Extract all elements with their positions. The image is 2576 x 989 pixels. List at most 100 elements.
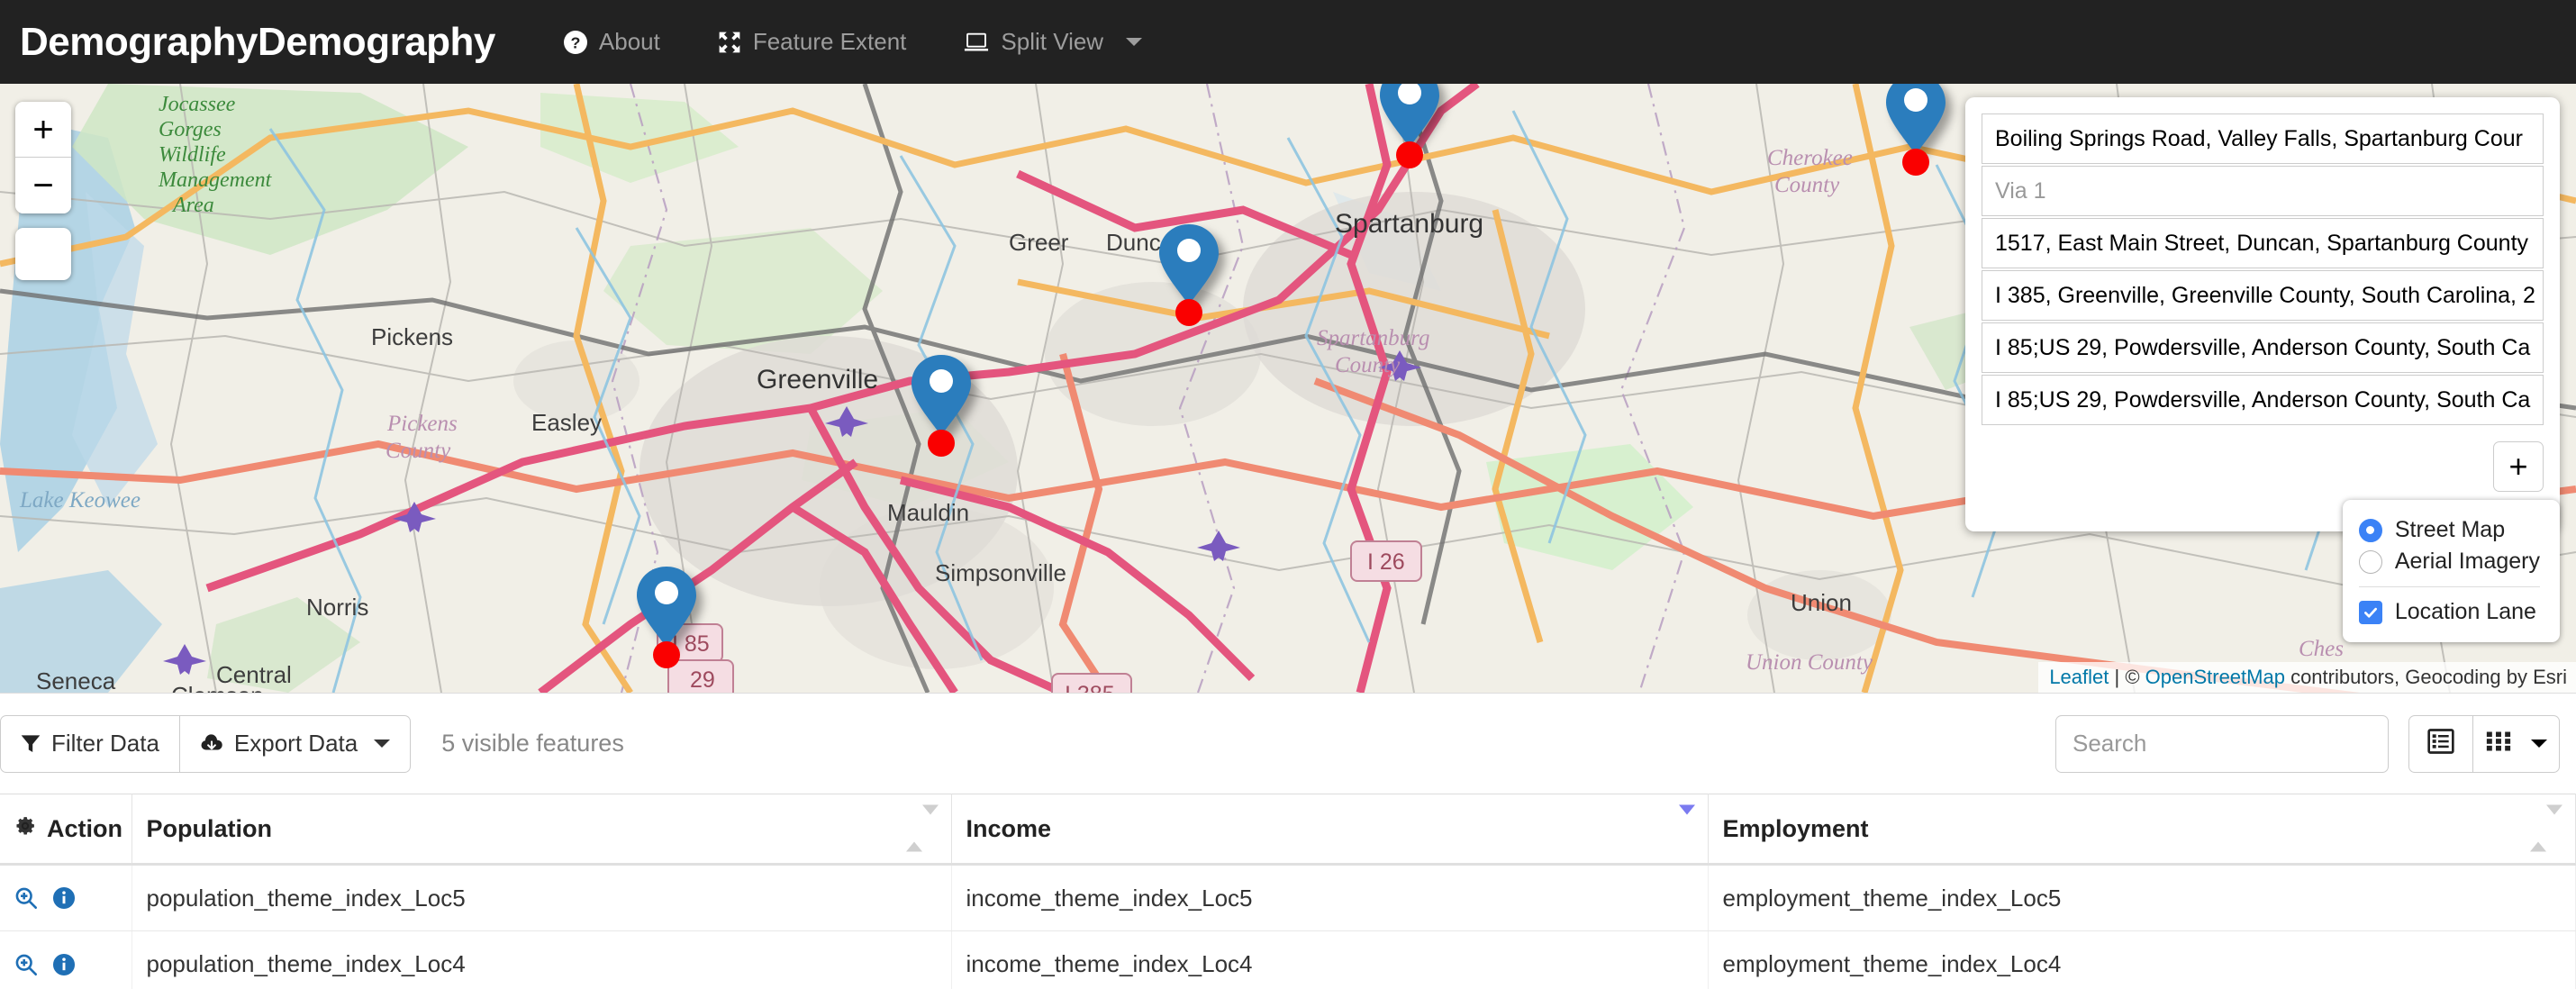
grid-view-button[interactable] <box>2473 714 2560 773</box>
sort-indicator-employment[interactable] <box>2530 804 2562 852</box>
attribution-rest: contributors, Geocoding by Esri <box>2284 666 2567 688</box>
svg-text:County: County <box>1335 353 1401 377</box>
address-row-3[interactable]: I 385, Greenville, Greenville County, So… <box>1982 270 2544 321</box>
column-header-action-label: Action <box>47 814 122 842</box>
svg-text:Union County: Union County <box>1746 650 1873 675</box>
top-navbar: DemographyDemography ? About Feature Ext… <box>0 0 2576 84</box>
column-header-action[interactable]: Action <box>0 794 132 866</box>
chevron-down-icon <box>1126 38 1143 46</box>
map-extra-control[interactable] <box>15 228 71 280</box>
basemap-option-street-map[interactable]: Street Map <box>2358 514 2540 546</box>
checkbox-checked-icon <box>2358 600 2382 624</box>
nav-item-split-view-label: Split View <box>1001 28 1104 55</box>
nav-item-feature-extent-label: Feature Extent <box>752 28 907 55</box>
column-header-population-label: Population <box>146 814 272 842</box>
address-row-2[interactable]: 1517, East Main Street, Duncan, Spartanb… <box>1982 218 2544 268</box>
column-header-employment[interactable]: Employment <box>1708 794 2576 866</box>
list-alt-icon <box>2427 728 2454 759</box>
radio-unselected-icon <box>2358 549 2382 574</box>
table-row[interactable]: population_theme_index_Loc4 income_theme… <box>0 930 2576 989</box>
filter-icon <box>21 733 41 755</box>
zoom-in-button[interactable]: + <box>15 102 71 158</box>
map-point-dot <box>1396 141 1423 168</box>
svg-text:Lake Keowee: Lake Keowee <box>19 488 141 513</box>
map-pin-icon <box>1157 223 1220 306</box>
visible-features-count: 5 visible features <box>441 730 624 757</box>
svg-text:Pickens: Pickens <box>386 412 458 436</box>
svg-text:Jocassee: Jocassee <box>159 93 236 116</box>
svg-text:Cherokee: Cherokee <box>1767 146 1853 170</box>
map-marker-1[interactable] <box>1378 84 1441 168</box>
address-row-via-1[interactable]: Via 1 <box>1982 166 2544 216</box>
overlay-option-location-lane[interactable]: Location Lane <box>2358 596 2540 628</box>
svg-text:Spartanburg: Spartanburg <box>1335 209 1483 239</box>
attribution-sep: | © <box>2109 666 2145 688</box>
map-pin-icon <box>635 566 698 649</box>
data-toolbar: Filter Data Export Data 5 visible featur… <box>0 693 2576 794</box>
gear-icon <box>14 815 36 843</box>
svg-text:Spartanburg: Spartanburg <box>1317 326 1429 350</box>
table-row[interactable]: population_theme_index_Loc5 income_theme… <box>0 864 2576 931</box>
search-plus-icon[interactable] <box>14 886 38 910</box>
column-header-income[interactable]: Income <box>951 794 1709 866</box>
search-input[interactable] <box>2055 714 2389 773</box>
svg-text:Management: Management <box>158 168 273 192</box>
address-row-start[interactable]: Boiling Springs Road, Valley Falls, Spar… <box>1982 113 2544 164</box>
app-brand[interactable]: DemographyDemography <box>20 22 495 62</box>
row-population-cell: population_theme_index_Loc5 <box>132 864 952 931</box>
openstreetmap-link[interactable]: OpenStreetMap <box>2145 666 2285 688</box>
column-header-employment-label: Employment <box>1722 814 1869 842</box>
search-plus-icon[interactable] <box>14 953 38 976</box>
row-action-cell <box>0 864 132 931</box>
svg-text:I 385: I 385 <box>1065 682 1115 693</box>
basemap-street-map-label: Street Map <box>2394 517 2506 542</box>
nav-item-feature-extent[interactable]: Feature Extent <box>689 28 936 56</box>
sort-indicator-income[interactable] <box>1678 804 1695 843</box>
basemap-option-aerial-imagery[interactable]: Aerial Imagery <box>2358 546 2540 577</box>
toolbar-right-group <box>2055 714 2560 773</box>
nav-item-split-view[interactable]: Split View <box>935 28 1171 56</box>
info-circle-icon[interactable] <box>52 886 76 910</box>
filter-data-label: Filter Data <box>51 730 159 757</box>
map-zoom-control[interactable]: + − <box>15 102 71 213</box>
svg-text:?: ? <box>570 33 580 51</box>
svg-text:Pickens: Pickens <box>371 323 453 350</box>
row-income-cell: income_theme_index_Loc4 <box>951 930 1709 989</box>
export-data-button[interactable]: Export Data <box>179 714 412 773</box>
leaflet-link[interactable]: Leaflet <box>2049 666 2109 688</box>
map-marker-2[interactable] <box>1884 84 1947 176</box>
grid-icon <box>2486 730 2511 758</box>
filter-data-button[interactable]: Filter Data <box>0 714 180 773</box>
map-pin-icon <box>1378 84 1441 149</box>
layers-divider <box>2358 586 2540 587</box>
svg-text:Norris: Norris <box>306 594 368 621</box>
map-layers-control[interactable]: Street Map Aerial Imagery Location Lane <box>2342 500 2560 642</box>
svg-text:Seneca: Seneca <box>36 667 116 693</box>
zoom-out-button[interactable]: − <box>15 158 71 213</box>
table-header-row: Action Population Income Employment <box>0 794 2576 866</box>
nav-item-about[interactable]: ? About <box>535 28 689 56</box>
features-table: Action Population Income Employment popu… <box>0 794 2576 989</box>
row-employment-cell: employment_theme_index_Loc5 <box>1708 864 2576 931</box>
sort-indicator-population[interactable] <box>905 804 939 852</box>
column-header-income-label: Income <box>966 814 1052 842</box>
svg-text:Area: Area <box>171 194 214 217</box>
map-attribution: Leaflet | © OpenStreetMap contributors, … <box>2038 662 2576 693</box>
map-marker-4[interactable] <box>910 354 973 457</box>
map-marker-5[interactable] <box>635 566 698 668</box>
map-pin-icon <box>1884 84 1947 156</box>
map-marker-3[interactable] <box>1157 223 1220 326</box>
add-waypoint-button[interactable]: + <box>2493 441 2544 492</box>
address-row-5[interactable]: I 85;US 29, Powdersville, Anderson Count… <box>1982 375 2544 425</box>
list-view-button[interactable] <box>2408 714 2473 773</box>
overlay-location-lane-label: Location Lane <box>2394 599 2536 624</box>
export-data-label: Export Data <box>233 730 358 757</box>
info-circle-icon[interactable] <box>52 953 76 976</box>
svg-text:Wildlife: Wildlife <box>159 143 226 167</box>
address-row-4[interactable]: I 85;US 29, Powdersville, Anderson Count… <box>1982 322 2544 373</box>
column-header-population[interactable]: Population <box>132 794 952 866</box>
view-mode-group <box>2408 714 2560 773</box>
svg-text:County: County <box>1774 173 1840 197</box>
svg-text:Simpsonville: Simpsonville <box>935 559 1066 586</box>
map-container[interactable]: .cty { font-family:"Liberation Sans",san… <box>0 84 2576 693</box>
